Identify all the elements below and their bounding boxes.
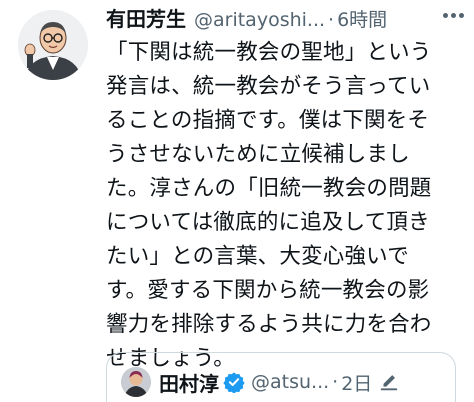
tweet-text-line: 響力を排除するよう共に力を合わ [106, 312, 432, 337]
tweet-text-line: 発言は、統一教会がそう言ってい [106, 74, 431, 99]
more-dot [451, 13, 456, 18]
tweet-text-line: ることの指摘です。僕は下関をそ [106, 108, 430, 133]
tweet[interactable]: 有田芳生 @aritayoshi... · 6時間 「下関は統一教会の聖地」とい… [0, 0, 474, 402]
tweet-text-line: うさせないために立候補しまし [106, 142, 410, 167]
header-separator: · [328, 9, 335, 31]
tweet-text-line: す。愛する下関から統一教会の影 [106, 278, 430, 303]
quoted-author-name[interactable]: 田村淳 [159, 368, 219, 397]
tweet-text-line: 「下関は統一教会の聖地」という [106, 40, 432, 65]
tweet-header: 有田芳生 @aritayoshi... · 6時間 [106, 4, 466, 34]
quoted-header-separator: · [332, 371, 339, 393]
author-handle[interactable]: @aritayoshi... [194, 5, 325, 35]
quoted-tweet[interactable]: 田村淳 @atsu... · 2日 [106, 352, 456, 402]
tweet-text-line: については徹底的に追及して頂き [106, 210, 430, 235]
tweet-timestamp[interactable]: 6時間 [337, 5, 387, 35]
quoted-author-avatar[interactable] [121, 367, 151, 397]
more-horizontal-icon[interactable] [443, 13, 464, 18]
more-dot [443, 13, 448, 18]
quoted-author-handle[interactable]: @atsu... [251, 371, 329, 393]
tweet-text-line: たい」との言葉、大変心強いで [106, 244, 409, 269]
author-avatar[interactable] [18, 10, 88, 80]
more-dot [459, 13, 464, 18]
verified-badge-icon [223, 372, 245, 393]
author-name[interactable]: 有田芳生 [106, 4, 186, 34]
tweet-content: 有田芳生 @aritayoshi... · 6時間 「下関は統一教会の聖地」とい… [106, 4, 466, 376]
tweet-text-line: た。淳さんの「旧統一教会の問題 [106, 176, 432, 201]
quoted-timestamp[interactable]: 2日 [341, 369, 372, 396]
pencil-edit-icon [381, 375, 398, 391]
tweet-text: 「下関は統一教会の聖地」という 発言は、統一教会がそう言ってい ることの指摘です… [106, 36, 466, 376]
quoted-tweet-header: 田村淳 @atsu... · 2日 [107, 353, 455, 399]
